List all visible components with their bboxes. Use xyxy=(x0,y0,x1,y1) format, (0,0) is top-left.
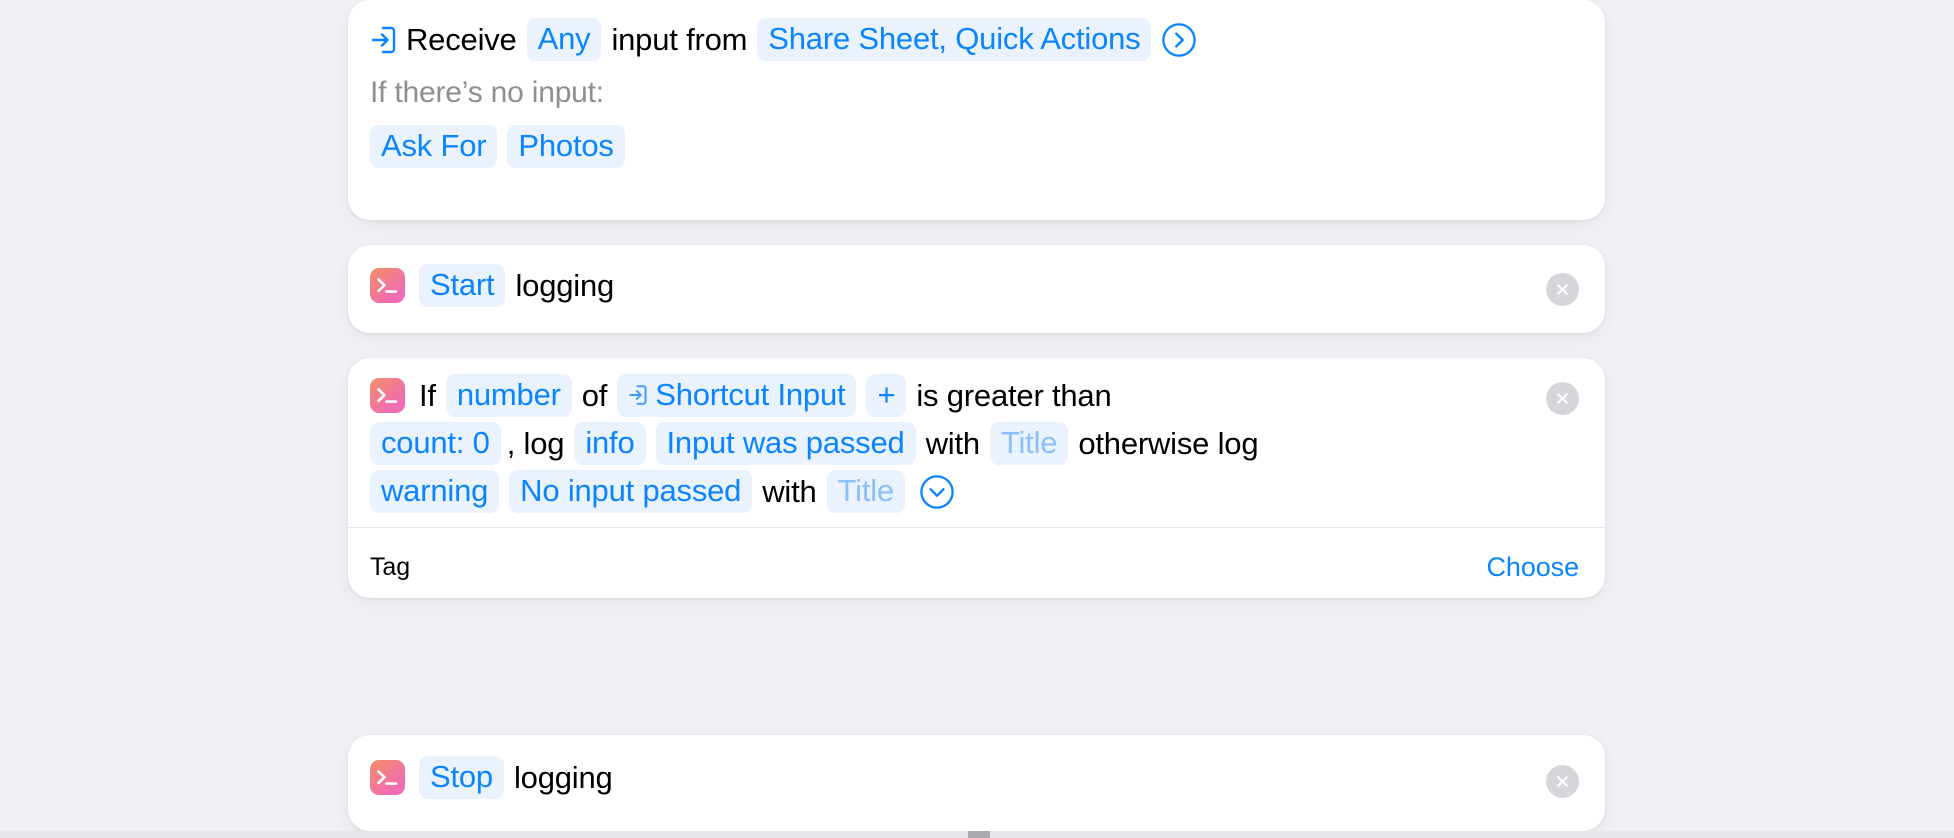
log-level-warning-token[interactable]: warning xyxy=(370,470,500,513)
comparison-label: is greater than xyxy=(916,378,1112,413)
with-label-2: with xyxy=(762,474,817,509)
terminal-app-icon xyxy=(370,760,405,795)
logging-label: logging xyxy=(513,760,613,795)
log-label: , log xyxy=(506,426,565,461)
shortcut-input-token-label: Shortcut Input xyxy=(655,377,846,412)
start-logging-line: Start logging xyxy=(370,264,1579,307)
shortcut-input-card[interactable]: Receive Any input from Share Sheet, Quic… xyxy=(348,0,1605,220)
remove-action-button[interactable] xyxy=(1546,382,1579,415)
shortcut-input-arrow-icon xyxy=(628,384,647,406)
remove-action-button[interactable] xyxy=(1546,273,1579,306)
logging-label: logging xyxy=(515,268,615,303)
if-log-card[interactable]: If number of Shortcut Input + is greater… xyxy=(348,358,1605,598)
if-then-line: count: 0 , log info Input was passed wit… xyxy=(370,422,1579,465)
shortcut-input-arrow-icon xyxy=(370,25,396,55)
input-from-label: input from xyxy=(611,22,748,57)
shortcut-input-token[interactable]: Shortcut Input xyxy=(617,374,857,417)
log-title-true-field[interactable]: Title xyxy=(989,422,1069,465)
no-input-label: If there’s no input: xyxy=(370,76,604,109)
stop-logging-card[interactable]: Stop logging xyxy=(348,735,1605,831)
if-label: If xyxy=(419,378,436,413)
start-logging-card[interactable]: Start logging xyxy=(348,245,1605,333)
terminal-app-icon xyxy=(370,378,405,413)
stop-logging-line: Stop logging xyxy=(370,756,1579,799)
tag-label: Tag xyxy=(370,553,411,581)
property-token[interactable]: number xyxy=(445,374,572,417)
input-type-token[interactable]: Any xyxy=(526,18,602,61)
log-title-false-field[interactable]: Title xyxy=(826,470,905,513)
log-level-info-token[interactable]: info xyxy=(574,422,646,465)
photos-token[interactable]: Photos xyxy=(507,125,625,168)
start-token[interactable]: Start xyxy=(419,264,506,307)
count-value-token[interactable]: count: 0 xyxy=(370,422,501,465)
no-input-tokens-row: Ask For Photos xyxy=(370,125,1579,168)
if-condition-line: If number of Shortcut Input + is greater… xyxy=(370,374,1579,417)
shortcut-editor-canvas: Receive Any input from Share Sheet, Quic… xyxy=(0,0,1954,838)
otherwise-log-label: otherwise log xyxy=(1078,426,1259,461)
with-label-1: with xyxy=(925,426,981,461)
horizontal-scrollbar-thumb[interactable] xyxy=(968,831,990,838)
chevron-down-circle-icon[interactable] xyxy=(919,474,955,510)
of-label: of xyxy=(581,378,608,413)
choose-tag-button[interactable]: Choose xyxy=(1487,552,1580,583)
terminal-app-icon xyxy=(370,268,405,303)
stop-token[interactable]: Stop xyxy=(419,756,504,799)
input-source-token[interactable]: Share Sheet, Quick Actions xyxy=(757,18,1152,61)
receive-label: Receive xyxy=(406,22,517,57)
log-message-false-token[interactable]: No input passed xyxy=(509,470,753,513)
chevron-right-circle-icon[interactable] xyxy=(1161,22,1197,58)
log-message-true-token[interactable]: Input was passed xyxy=(655,422,916,465)
add-variable-button[interactable]: + xyxy=(866,374,907,417)
if-else-line: warning No input passed with Title xyxy=(370,470,1579,513)
remove-action-button[interactable] xyxy=(1546,765,1579,798)
horizontal-scrollbar-track[interactable] xyxy=(0,831,1954,838)
receive-input-line: Receive Any input from Share Sheet, Quic… xyxy=(370,18,1579,61)
ask-for-token[interactable]: Ask For xyxy=(370,125,498,168)
tag-detail-row[interactable]: Tag Choose xyxy=(348,527,1605,607)
